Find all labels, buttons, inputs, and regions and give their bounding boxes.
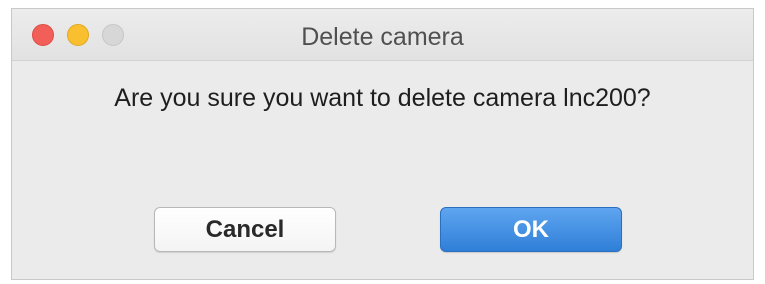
window-title: Delete camera bbox=[301, 23, 464, 51]
confirmation-message: Are you sure you want to delete camera l… bbox=[114, 84, 651, 112]
delete-camera-dialog: Delete camera Are you sure you want to d… bbox=[11, 8, 754, 280]
cancel-button[interactable]: Cancel bbox=[154, 207, 336, 252]
ok-button[interactable]: OK bbox=[440, 207, 622, 252]
title-bar[interactable]: Delete camera bbox=[12, 9, 753, 61]
